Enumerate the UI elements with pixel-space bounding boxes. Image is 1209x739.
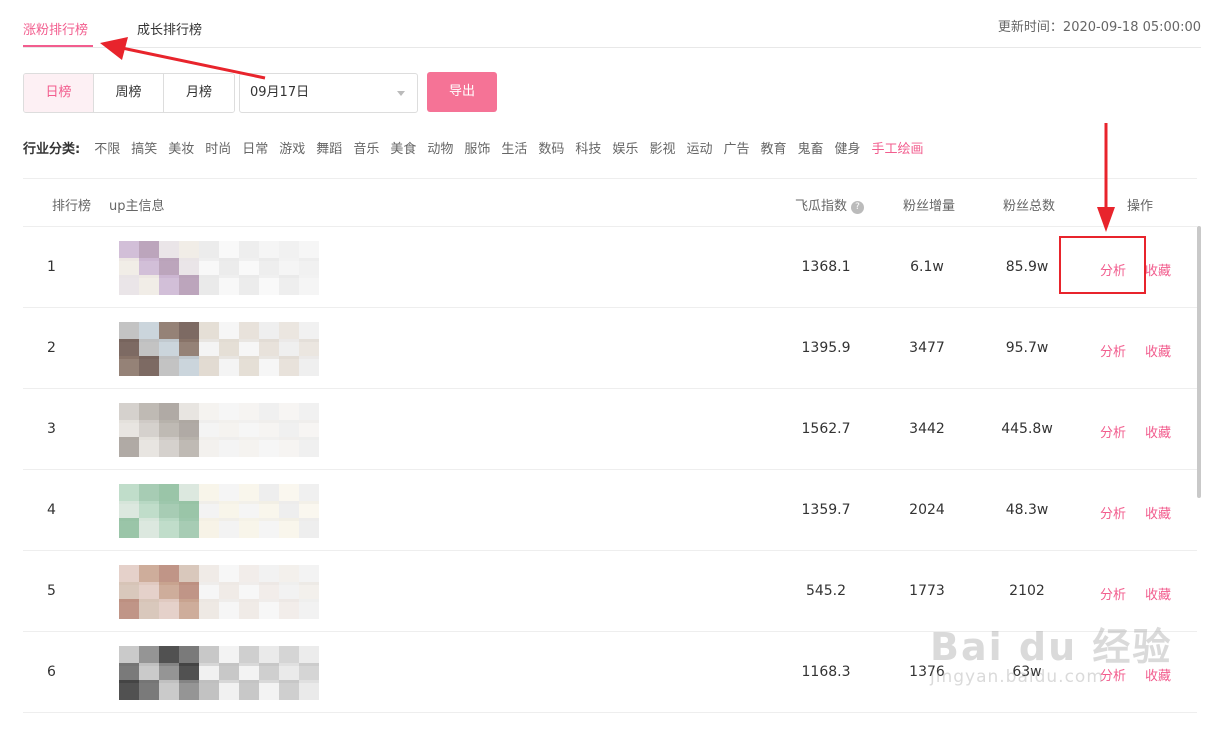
industry-item-all[interactable]: 不限 [94,138,120,157]
fans-growth-value: 1773 [909,583,945,599]
analyze-link[interactable]: 分析 [1100,422,1126,441]
update-time: 更新时间：2020-09-18 05:00:00 [997,20,1201,35]
fans-total-value: 48.3w [1005,502,1049,518]
date-select[interactable]: 09月17日 [239,73,418,113]
industry-item-entertainment[interactable]: 娱乐 [612,138,638,157]
fans-growth-value: 6.1w [910,259,944,275]
index-value: 1359.7 [801,502,851,518]
column-index-label: 飞瓜指数 [795,199,848,214]
rank-number: 2 [47,340,56,356]
index-value: 1368.1 [801,259,851,275]
table-row: 2 1395.9 3477 95.7w 分析 收藏 [23,308,1197,389]
industry-item-comedy[interactable]: 搞笑 [131,138,157,157]
up-info-blurred[interactable] [119,646,319,700]
industry-item-dance[interactable]: 舞蹈 [316,138,342,157]
industry-item-sports[interactable]: 运动 [686,138,712,157]
period-monthly-button[interactable]: 月榜 [164,74,234,112]
fans-growth-value: 2024 [909,502,945,518]
industry-item-beauty[interactable]: 美妆 [168,138,194,157]
table-row: 1 1368.1 6.1w 85.9w 分析 收藏 [23,227,1197,308]
column-fans-growth: 粉丝增量 [903,199,956,214]
fans-total-value: 95.7w [1005,340,1049,356]
rank-number: 6 [47,664,56,680]
favorite-link[interactable]: 收藏 [1145,341,1171,360]
vertical-scrollbar[interactable] [1197,226,1201,498]
industry-item-daily[interactable]: 日常 [242,138,268,157]
index-value: 545.2 [805,583,847,599]
active-tab-underline [23,45,93,47]
industry-item-kichiku[interactable]: 鬼畜 [798,138,824,157]
baidu-watermark: Bai du 经验 jingyan.baidu.com [930,616,1172,687]
table-header: 排行榜 up主信息 飞瓜指数? 粉丝增量 粉丝总数 操作 [23,179,1197,227]
column-fans-total: 粉丝总数 [1003,199,1056,214]
question-icon[interactable]: ? [851,201,865,214]
up-info-blurred[interactable] [119,322,319,376]
favorite-link[interactable]: 收藏 [1145,503,1171,522]
analyze-link[interactable]: 分析 [1100,341,1126,360]
analyze-link[interactable]: 分析 [1100,584,1126,603]
favorite-link[interactable]: 收藏 [1145,584,1171,603]
favorite-link[interactable]: 收藏 [1145,260,1171,279]
column-up-info: up主信息 [109,199,165,214]
date-select-value: 09月17日 [250,85,310,100]
fans-growth-value: 3442 [909,421,945,437]
industry-filter: 行业分类: 不限 搞笑 美妆 时尚 日常 游戏 舞蹈 音乐 美食 动物 服饰 生… [23,138,935,157]
industry-item-apparel[interactable]: 服饰 [464,138,490,157]
industry-item-fashion[interactable]: 时尚 [205,138,231,157]
industry-item-games[interactable]: 游戏 [279,138,305,157]
industry-item-ads[interactable]: 广告 [723,138,749,157]
industry-item-education[interactable]: 教育 [760,138,786,157]
column-actions: 操作 [1127,199,1154,214]
favorite-link[interactable]: 收藏 [1145,422,1171,441]
industry-item-tech[interactable]: 科技 [575,138,601,157]
tab-growth-rank[interactable]: 成长排行榜 [137,19,202,38]
period-selector: 日榜 周榜 月榜 [23,73,235,113]
table-row: 3 1562.7 3442 445.8w 分析 收藏 [23,389,1197,470]
rank-number: 3 [47,421,56,437]
index-value: 1168.3 [801,664,851,680]
rank-number: 4 [47,502,56,518]
analyze-highlight-box [1059,236,1146,294]
rank-number: 5 [47,583,56,599]
period-weekly-button[interactable]: 周榜 [94,74,164,112]
rank-number: 1 [47,259,56,275]
fans-total-value: 2102 [1009,583,1045,599]
industry-item-fitness[interactable]: 健身 [835,138,861,157]
industry-item-food[interactable]: 美食 [390,138,416,157]
industry-item-handcraft[interactable]: 手工绘画 [872,138,924,157]
up-info-blurred[interactable] [119,565,319,619]
ranking-tabs: 涨粉排行榜 成长排行榜 更新时间：2020-09-18 05:00:00 [23,0,1201,48]
period-daily-button[interactable]: 日榜 [24,74,94,112]
industry-filter-label: 行业分类: [23,142,81,157]
industry-item-music[interactable]: 音乐 [353,138,379,157]
up-info-blurred[interactable] [119,241,319,295]
index-value: 1395.9 [801,340,851,356]
export-button[interactable]: 导出 [427,72,497,112]
industry-item-digital[interactable]: 数码 [538,138,564,157]
caret-down-icon [397,91,405,96]
table-row: 4 1359.7 2024 48.3w 分析 收藏 [23,470,1197,551]
analyze-link[interactable]: 分析 [1100,503,1126,522]
industry-item-film[interactable]: 影视 [649,138,675,157]
up-info-blurred[interactable] [119,403,319,457]
column-index: 飞瓜指数? [795,195,865,214]
industry-item-animals[interactable]: 动物 [427,138,453,157]
column-rank: 排行榜 [52,199,92,214]
index-value: 1562.7 [801,421,851,437]
tab-fans-growth-rank[interactable]: 涨粉排行榜 [23,19,88,38]
fans-growth-value: 3477 [909,340,945,356]
up-info-blurred[interactable] [119,484,319,538]
fans-total-value: 445.8w [1001,421,1053,437]
industry-item-life[interactable]: 生活 [501,138,527,157]
watermark-logo: Bai du 经验 [930,625,1173,669]
